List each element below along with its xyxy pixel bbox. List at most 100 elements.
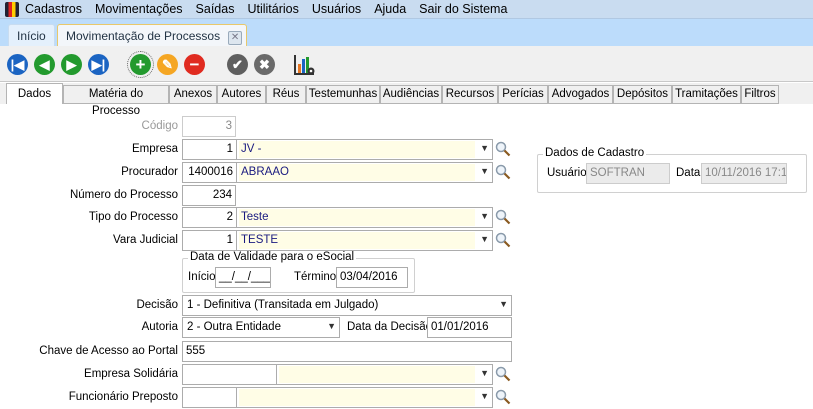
empresa-solidaria-combo[interactable]: ▼ xyxy=(276,364,493,385)
numero-field[interactable]: 234 xyxy=(182,185,236,206)
tipo-label: Tipo do Processo xyxy=(88,211,178,223)
procurador-label: Procurador xyxy=(121,166,178,178)
data-decisao-field[interactable]: 01/01/2016 xyxy=(427,317,512,338)
empresa-solidaria-code-field[interactable] xyxy=(182,364,277,385)
autoria-select[interactable]: 2 - Outra Entidade ▼ xyxy=(182,317,340,338)
menu-sair[interactable]: Sair do Sistema xyxy=(419,2,507,16)
next-record-button[interactable]: ▶ xyxy=(61,54,82,75)
tab-pericias[interactable]: Perícias xyxy=(498,85,548,104)
chevron-down-icon[interactable]: ▼ xyxy=(480,234,489,244)
data-decisao-label: Data da Decisão xyxy=(347,321,433,333)
confirm-button[interactable]: ✔ xyxy=(227,54,248,75)
menu-bar: Cadastros Movimentações Saídas Utilitári… xyxy=(0,0,813,19)
edit-button[interactable]: ✎ xyxy=(157,54,178,75)
combo-value: TESTE xyxy=(239,232,475,249)
tab-advogados[interactable]: Advogados xyxy=(548,85,613,104)
usuario-field: SOFTRAN xyxy=(586,163,670,184)
cancel-button[interactable]: ✖ xyxy=(254,54,275,75)
document-tabs: Início Movimentação de Processos ✕ xyxy=(0,19,813,46)
search-icon[interactable] xyxy=(495,141,511,157)
chevron-down-icon[interactable]: ▼ xyxy=(499,299,508,309)
chave-field[interactable]: 555 xyxy=(182,341,512,362)
tab-label: Movimentação de Processos xyxy=(66,29,221,43)
tab-tramitacoes[interactable]: Tramitações xyxy=(672,85,741,104)
data-label: Data xyxy=(676,167,701,179)
chevron-down-icon[interactable]: ▼ xyxy=(480,166,489,176)
procurador-code-field[interactable]: 1400016 xyxy=(182,162,237,183)
funcionario-combo[interactable]: ▼ xyxy=(236,387,493,408)
chevron-down-icon[interactable]: ▼ xyxy=(480,143,489,153)
funcionario-code-field[interactable] xyxy=(182,387,237,408)
vara-code-field[interactable]: 1 xyxy=(182,230,237,251)
decisao-select[interactable]: 1 - Definitiva (Transitada em Julgado) ▼ xyxy=(182,295,512,316)
tab-depositos[interactable]: Depósitos xyxy=(613,85,672,104)
combo-value: JV - xyxy=(239,141,475,158)
chevron-down-icon[interactable]: ▼ xyxy=(480,211,489,221)
chevron-down-icon[interactable]: ▼ xyxy=(327,321,336,331)
menu-cadastros[interactable]: Cadastros xyxy=(25,2,82,16)
menu-saidas[interactable]: Saídas xyxy=(196,2,235,16)
search-icon[interactable] xyxy=(495,366,511,382)
tab-recursos[interactable]: Recursos xyxy=(442,85,498,104)
inicio-field[interactable]: __/__/____ xyxy=(215,267,271,288)
select-value: 1 - Definitiva (Transitada em Julgado) xyxy=(185,297,494,314)
tab-reus[interactable]: Réus xyxy=(266,85,306,104)
search-icon[interactable] xyxy=(495,232,511,248)
tab-testemunhas[interactable]: Testemunhas xyxy=(306,85,380,104)
empresa-code-field[interactable]: 1 xyxy=(182,139,237,160)
procurador-combo[interactable]: ABRAAO ▼ xyxy=(236,162,493,183)
termino-field[interactable]: 03/04/2016 xyxy=(336,267,408,288)
section-tabs: Dados Matéria do Processo Anexos Autores… xyxy=(0,83,813,117)
chevron-down-icon[interactable]: ▼ xyxy=(480,391,489,401)
tab-anexos[interactable]: Anexos xyxy=(169,85,217,104)
combo-value: ABRAAO xyxy=(239,164,475,181)
group-title: Data de Validade para o eSocial xyxy=(188,251,357,263)
add-button[interactable]: + xyxy=(127,51,154,78)
usuario-label: Usuário xyxy=(547,167,587,179)
tab-inicio[interactable]: Início xyxy=(8,24,55,46)
group-title: Dados de Cadastro xyxy=(543,147,647,159)
report-chart-icon[interactable] xyxy=(294,54,316,76)
first-record-button[interactable]: |◀ xyxy=(7,54,28,75)
empresa-label: Empresa xyxy=(131,143,178,155)
inicio-label: Início xyxy=(188,271,216,283)
chevron-down-icon[interactable]: ▼ xyxy=(480,368,489,378)
menu-movimentacoes[interactable]: Movimentações xyxy=(95,2,183,16)
search-icon[interactable] xyxy=(495,209,511,225)
tipo-code-field[interactable]: 2 xyxy=(182,207,237,228)
app-logo-icon xyxy=(5,1,19,17)
menu-usuarios[interactable]: Usuários xyxy=(312,2,361,16)
vara-label: Vara Judicial xyxy=(113,234,178,246)
tab-dados[interactable]: Dados xyxy=(6,83,63,104)
select-value: 2 - Outra Entidade xyxy=(185,319,322,336)
combo-value xyxy=(239,389,475,406)
data-field: 10/11/2016 17:14 xyxy=(701,163,787,184)
empresa-combo[interactable]: JV - ▼ xyxy=(236,139,493,160)
codigo-field: 3 xyxy=(182,116,236,137)
tab-label: Início xyxy=(17,29,46,43)
tab-filtros[interactable]: Filtros xyxy=(741,85,779,104)
search-icon[interactable] xyxy=(495,164,511,180)
tipo-combo[interactable]: Teste ▼ xyxy=(236,207,493,228)
tab-audiencias[interactable]: Audiências xyxy=(380,85,442,104)
autoria-label: Autoria xyxy=(141,321,178,333)
decisao-label: Decisão xyxy=(136,299,178,311)
tab-materia[interactable]: Matéria do Processo xyxy=(63,85,169,117)
empresa-solidaria-label: Empresa Solidária xyxy=(84,368,178,380)
close-tab-icon[interactable]: ✕ xyxy=(228,31,243,45)
chave-label: Chave de Acesso ao Portal xyxy=(39,345,178,357)
search-icon[interactable] xyxy=(495,389,511,405)
tab-autores[interactable]: Autores xyxy=(217,85,266,104)
menu-utilitarios[interactable]: Utilitários xyxy=(247,2,298,16)
menu-ajuda[interactable]: Ajuda xyxy=(374,2,406,16)
codigo-label: Código xyxy=(141,120,178,132)
vara-combo[interactable]: TESTE ▼ xyxy=(236,230,493,251)
tab-movimentacao[interactable]: Movimentação de Processos ✕ xyxy=(57,24,248,46)
toolbar: |◀ ◀ ▶ ▶| + ✎ − ✔ ✖ xyxy=(0,46,813,82)
previous-record-button[interactable]: ◀ xyxy=(34,54,55,75)
combo-value xyxy=(279,366,475,383)
delete-button[interactable]: − xyxy=(184,54,205,75)
numero-label: Número do Processo xyxy=(69,189,178,201)
last-record-button[interactable]: ▶| xyxy=(88,54,109,75)
combo-value: Teste xyxy=(239,209,475,226)
